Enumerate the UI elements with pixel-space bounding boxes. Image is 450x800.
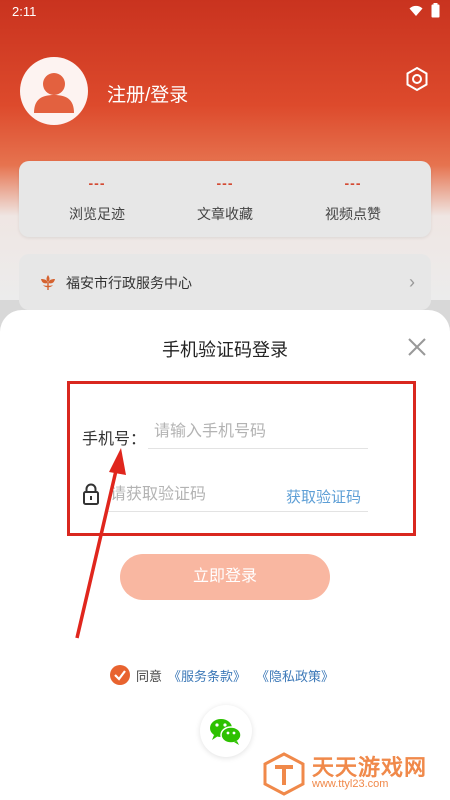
settings-button[interactable]	[404, 66, 430, 92]
stats-card: --- 浏览足迹 --- 文章收藏 --- 视频点赞	[19, 161, 431, 237]
annotation-highlight-box	[67, 381, 416, 536]
watermark-url: www.ttyl23.com	[312, 778, 389, 790]
stat-favorites-value: ---	[216, 175, 234, 191]
wechat-login-button[interactable]	[200, 705, 252, 757]
stat-history-label: 浏览足迹	[69, 206, 125, 222]
stat-likes-label: 视频点赞	[325, 206, 381, 222]
battery-icon	[431, 3, 440, 18]
check-icon[interactable]	[110, 665, 130, 685]
sheet-title: 手机验证码登录	[162, 340, 288, 360]
status-time: 2:11	[12, 4, 37, 19]
stat-likes-value: ---	[344, 175, 362, 191]
agree-text: 同意	[136, 668, 163, 684]
stat-favorites-label: 文章收藏	[197, 206, 253, 222]
register-login-link[interactable]: 注册/登录	[107, 80, 188, 107]
close-icon	[408, 338, 426, 356]
login-button[interactable]: 立即登录	[120, 554, 330, 600]
login-sheet: 手机验证码登录 手机号： 获取验证码 立即登录 同意 《服务条款》 《隐私政策》	[0, 310, 450, 800]
privacy-policy-link[interactable]: 《隐私政策》	[256, 666, 334, 685]
user-avatar-icon	[34, 73, 74, 113]
avatar[interactable]	[20, 57, 88, 125]
wifi-icon	[409, 5, 423, 16]
chevron-right-icon: ›	[409, 272, 415, 292]
flower-icon	[41, 275, 55, 290]
stat-favorites[interactable]: --- 文章收藏	[170, 175, 280, 224]
service-center-row[interactable]: 福安市行政服务中心 ›	[19, 254, 431, 310]
close-button[interactable]	[404, 334, 430, 360]
status-bar: 2:11	[0, 0, 450, 24]
status-icons	[409, 3, 440, 18]
service-center-label: 福安市行政服务中心	[66, 275, 192, 291]
agreement-row: 同意 《服务条款》 《隐私政策》	[110, 665, 334, 685]
wechat-icon	[210, 719, 242, 745]
terms-of-service-link[interactable]: 《服务条款》	[168, 666, 246, 685]
stat-likes[interactable]: --- 视频点赞	[298, 175, 408, 224]
stat-history[interactable]: --- 浏览足迹	[42, 175, 152, 224]
watermark: 天天游戏网 www.ttyl23.com	[262, 750, 450, 796]
gear-icon	[406, 66, 428, 92]
stat-history-value: ---	[88, 175, 106, 191]
watermark-logo-icon	[263, 752, 305, 796]
